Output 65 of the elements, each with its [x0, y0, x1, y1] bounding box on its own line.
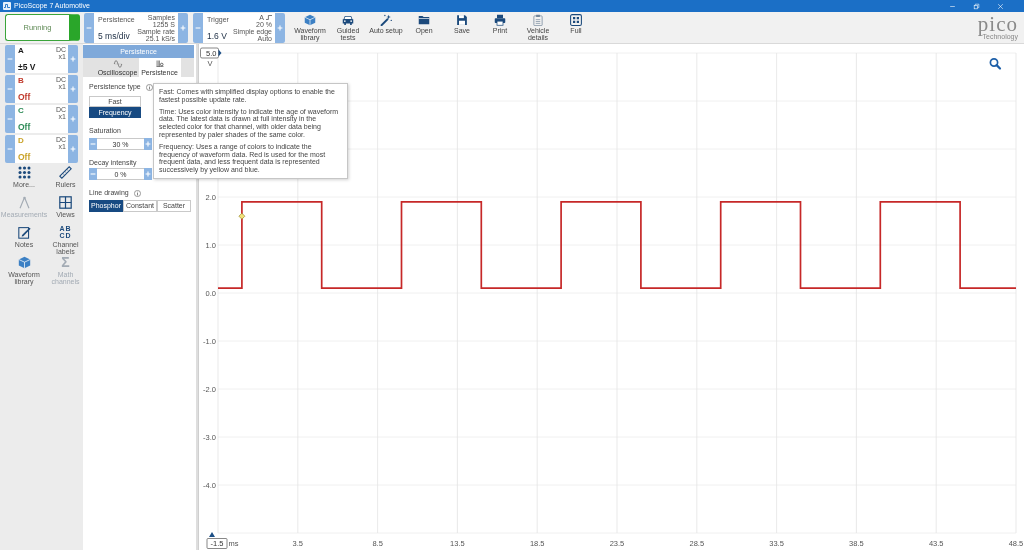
minus-icon	[86, 24, 92, 31]
zoom-icon[interactable]	[989, 58, 1002, 70]
ruler-icon	[59, 166, 72, 179]
channel-range: ±5 V	[18, 62, 37, 72]
minus-icon	[7, 56, 13, 62]
plus-icon	[70, 56, 76, 62]
decrease-button[interactable]	[89, 138, 97, 150]
grid-icon	[59, 196, 72, 209]
box-icon	[304, 14, 316, 26]
increase-button[interactable]	[68, 105, 78, 133]
channel-name: C	[18, 106, 24, 117]
plus-icon	[145, 171, 151, 177]
minus-icon	[7, 116, 13, 122]
info-icon	[133, 189, 141, 197]
channel-name: B	[18, 76, 24, 87]
decrease-button[interactable]	[5, 105, 15, 133]
decrease-button[interactable]	[5, 75, 15, 103]
minus-icon	[90, 171, 96, 177]
channel-range: Off	[18, 92, 32, 102]
box-icon	[17, 256, 31, 269]
decrease-button[interactable]	[5, 45, 15, 73]
decrease-button[interactable]	[89, 168, 97, 180]
decrease-button[interactable]	[5, 135, 15, 163]
minus-icon	[90, 141, 96, 147]
plus-icon	[180, 24, 186, 31]
minus-icon	[7, 86, 13, 92]
fullscreen-icon	[570, 14, 582, 26]
compass-icon	[17, 196, 31, 209]
info-icon	[145, 83, 153, 91]
close-icon	[996, 2, 1004, 10]
save-icon	[456, 14, 468, 26]
dots-grid-icon	[17, 166, 31, 179]
channel-range: Off	[18, 152, 32, 162]
wand-icon	[380, 14, 392, 26]
plus-icon	[70, 116, 76, 122]
minus-icon	[195, 24, 201, 31]
plus-icon	[145, 141, 151, 147]
clipboard-icon	[532, 14, 544, 26]
increase-button[interactable]	[68, 45, 78, 73]
trigger-level-value: 1.6 V	[207, 30, 228, 41]
increase-button[interactable]	[144, 168, 152, 180]
increase-button[interactable]	[178, 12, 188, 43]
increase-button[interactable]	[144, 138, 152, 150]
minus-icon	[7, 146, 13, 152]
channel-range: Off	[18, 122, 32, 132]
timebase-value: 5 ms/div	[98, 30, 131, 41]
increase-button[interactable]	[275, 12, 285, 43]
rising-edge-icon	[266, 14, 272, 20]
plus-icon	[70, 86, 76, 92]
sigma-icon: Σ	[61, 256, 70, 269]
increase-button[interactable]	[68, 135, 78, 163]
plus-icon	[277, 24, 283, 31]
decrease-button[interactable]	[84, 12, 94, 43]
note-icon	[17, 226, 31, 239]
increase-button[interactable]	[68, 75, 78, 103]
plus-icon	[70, 146, 76, 152]
folder-icon	[418, 14, 430, 26]
decrease-button[interactable]	[193, 12, 203, 43]
car-icon	[342, 14, 354, 26]
printer-icon	[494, 14, 506, 26]
channel-name: D	[18, 136, 24, 147]
triangle-marker-icon[interactable]	[209, 532, 215, 537]
trigger-marker-icon[interactable]	[238, 212, 246, 220]
channel-name: A	[18, 46, 24, 57]
restore-icon	[972, 2, 980, 10]
